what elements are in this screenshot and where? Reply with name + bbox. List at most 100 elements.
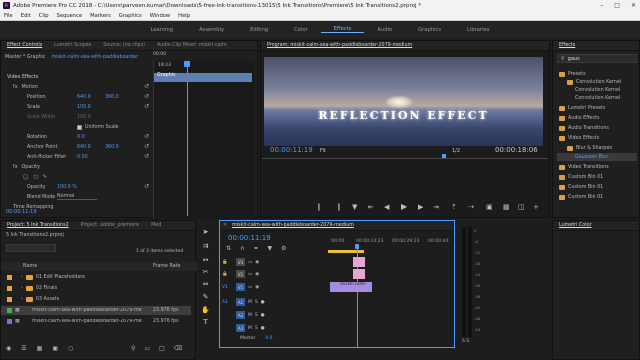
nest-icon[interactable]: ⇅	[226, 245, 231, 252]
snap-icon[interactable]: ∩	[240, 245, 244, 252]
eye-icon[interactable]: ◉	[255, 285, 259, 290]
effects-tree-custom-bin[interactable]: Custom Bin 01	[559, 193, 603, 201]
effects-tree-video-transitions[interactable]: Video Transitions	[559, 163, 609, 171]
zoom-slider-icon[interactable]: ○	[68, 345, 73, 352]
effects-tab[interactable]: Effects	[553, 43, 581, 48]
col-name[interactable]: Name	[23, 264, 153, 269]
opacity-section-row[interactable]: fx Opacity	[13, 162, 40, 172]
project-item-assets[interactable]: › 03 Assets	[7, 295, 59, 304]
opacity-value[interactable]: 100.0 %	[57, 185, 77, 190]
v2-pink-clip[interactable]	[353, 269, 365, 279]
menu-help[interactable]: Help	[174, 13, 194, 19]
icon-view-icon[interactable]: ▦	[37, 345, 43, 352]
anchor-y[interactable]: 360.0	[105, 145, 119, 150]
track-label[interactable]: V1	[236, 283, 245, 291]
new-item-icon[interactable]: □	[159, 345, 165, 352]
hand-tool-icon[interactable]: ✋	[201, 306, 210, 314]
menu-sequence[interactable]: Sequence	[53, 13, 87, 19]
timeline-timecode[interactable]: 00:00:11:19	[228, 234, 271, 242]
menu-clip[interactable]: Clip	[35, 13, 53, 19]
go-to-out-icon[interactable]: ⇥	[433, 203, 439, 211]
step-forward-icon[interactable]: ▶	[418, 203, 423, 211]
timeline-ruler[interactable]: :00:00 00:00:14:23 00:00:29:23 00:00:44:	[328, 239, 454, 249]
tab-audio-clip-mixer[interactable]: Audio Clip Mixer: miskit-calm	[151, 43, 233, 48]
track-label[interactable]: A3	[236, 324, 245, 332]
track-label[interactable]: V3	[236, 258, 245, 266]
effects-tree-video-effects[interactable]: Video Effects	[559, 134, 599, 142]
effects-tree-item[interactable]: Convolution Kernel	[575, 86, 620, 94]
program-video-frame[interactable]: REFLECTION EFFECT	[264, 57, 543, 146]
pen-tool-icon[interactable]: ✎	[201, 293, 210, 301]
mute-button[interactable]: M	[248, 313, 252, 318]
ec-timeline-area[interactable]: 19:23 Graphic	[153, 61, 255, 219]
lock-icon[interactable]: 🔒	[222, 260, 233, 265]
uniform-scale-checkbox[interactable]	[77, 124, 82, 130]
reset-icon[interactable]: ↺	[144, 143, 149, 150]
ripple-edit-icon[interactable]: ↔	[201, 256, 210, 264]
blend-dropdown[interactable]: Normal	[57, 194, 97, 200]
mark-in-icon[interactable]: ❙	[316, 203, 322, 211]
go-to-in-icon[interactable]: ⇤	[368, 203, 374, 211]
close-icon[interactable]: ✕	[631, 2, 636, 9]
tab-media[interactable]: Med	[145, 223, 167, 228]
program-tab[interactable]: Program: miskit-calm-sea-with-paddleboar…	[261, 43, 418, 48]
track-label[interactable]: A2	[236, 311, 245, 319]
resolution-dropdown[interactable]: 1/2	[452, 148, 460, 154]
col-frame-rate[interactable]: Frame Rate	[153, 264, 180, 269]
selection-tool-icon[interactable]: ➤	[201, 228, 210, 236]
tab-source[interactable]: Source: (no clips)	[97, 43, 151, 48]
sync-icon[interactable]: ▭	[248, 285, 252, 290]
track-label[interactable]: A1	[236, 298, 245, 306]
step-back-icon[interactable]: ◀	[384, 203, 389, 211]
effects-tree-custom-bin[interactable]: Custom Bin 01	[559, 183, 603, 191]
v3-pink-clip[interactable]	[353, 257, 365, 267]
track-select-icon[interactable]: ⇉	[201, 242, 210, 250]
lock-icon[interactable]: 🔒	[222, 272, 233, 277]
fit-dropdown[interactable]: Fit	[320, 148, 326, 154]
mic-icon[interactable]: ●	[261, 313, 265, 318]
button-editor-icon[interactable]: ▦	[503, 203, 510, 211]
solo-button[interactable]: S	[255, 326, 258, 331]
project-item-video-1[interactable]: ▩ miskit-calm-sea-with-paddleboarder-2079…	[1, 306, 191, 315]
ec-graphic-clip[interactable]: Graphic	[154, 73, 252, 82]
effects-search[interactable]: ⚲ gaus	[557, 54, 637, 63]
tab-effect-controls[interactable]: Effect Controls	[1, 43, 48, 48]
play-icon[interactable]: ▶	[401, 202, 407, 211]
tab-project-ink[interactable]: Project: 5 Ink Transitions2	[1, 223, 75, 228]
work-area-bar[interactable]	[328, 250, 364, 253]
lumetri-color-tab[interactable]: Lumetri Color	[553, 223, 598, 228]
workspace-libraries[interactable]: Libraries	[454, 27, 502, 33]
motion-row[interactable]: fx Motion	[13, 82, 38, 92]
tab-project-adobe[interactable]: Project: adobe_premiere	[75, 223, 146, 228]
effects-tree-lumetri[interactable]: Lumetri Presets	[559, 104, 605, 112]
effects-tree-presets[interactable]: Presets	[559, 70, 585, 78]
lift-icon[interactable]: ⇡	[451, 203, 457, 211]
add-marker-icon[interactable]: ▼	[267, 245, 272, 252]
workspace-effects[interactable]: Effects	[320, 26, 365, 33]
trash-icon[interactable]: ⌫	[174, 345, 182, 352]
workspace-learning[interactable]: Learning	[138, 27, 187, 33]
pen-mask-icon[interactable]: ✎	[43, 175, 47, 180]
workspace-color[interactable]: Color	[281, 27, 321, 33]
ec-timecode[interactable]: 00:00:11:19	[6, 209, 37, 215]
effects-tree-item[interactable]: Convolution Kernel	[575, 94, 620, 102]
chevron-right-icon[interactable]: ›	[21, 275, 23, 280]
meter-solo-labels[interactable]: S S	[462, 339, 469, 344]
menu-markers[interactable]: Markers	[86, 13, 115, 19]
master-value[interactable]: 0.0	[265, 336, 272, 341]
effects-tree-audio-transitions[interactable]: Audio Transitions	[559, 124, 609, 132]
reset-icon[interactable]: ↺	[144, 103, 149, 110]
rotation-value[interactable]: 0.0	[77, 135, 85, 140]
minimize-icon[interactable]: –	[600, 2, 603, 9]
workspace-graphics[interactable]: Graphics	[405, 27, 454, 33]
effects-search-input[interactable]: gaus	[568, 56, 580, 62]
chevron-right-icon[interactable]: ›	[21, 286, 23, 291]
reset-icon[interactable]: ↺	[144, 83, 149, 90]
linked-icon[interactable]: ⚭	[253, 245, 258, 252]
mute-button[interactable]: M	[248, 326, 252, 331]
effects-tree-item[interactable]: Convolution Kernel	[567, 78, 621, 86]
workspace-assembly[interactable]: Assembly	[186, 27, 237, 33]
solo-button[interactable]: S	[255, 300, 258, 305]
reset-icon[interactable]: ↺	[144, 183, 149, 190]
program-timecode[interactable]: 00:00:11:19	[270, 146, 313, 154]
